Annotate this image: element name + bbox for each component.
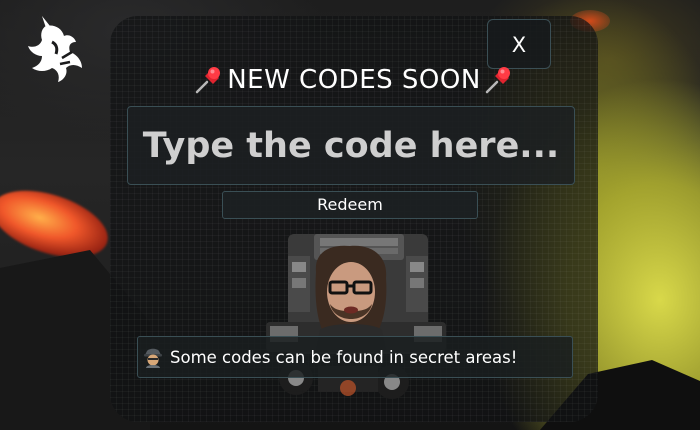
redeem-button[interactable]: Redeem <box>222 191 478 219</box>
character-vehicle-image <box>266 234 446 399</box>
unicorn-logo-icon <box>28 16 82 82</box>
hint-text: Some codes can be found in secret areas! <box>170 347 518 367</box>
dialog-title: NEW CODES SOON <box>227 65 481 95</box>
detective-icon <box>144 348 162 368</box>
hint-banner: Some codes can be found in secret areas! <box>137 336 573 378</box>
pushpin-icon <box>195 67 221 94</box>
lava-glow <box>0 177 117 271</box>
code-input[interactable] <box>127 106 575 185</box>
pushpin-icon <box>485 67 510 94</box>
dialog-title-row: NEW CODES SOON <box>110 60 598 100</box>
